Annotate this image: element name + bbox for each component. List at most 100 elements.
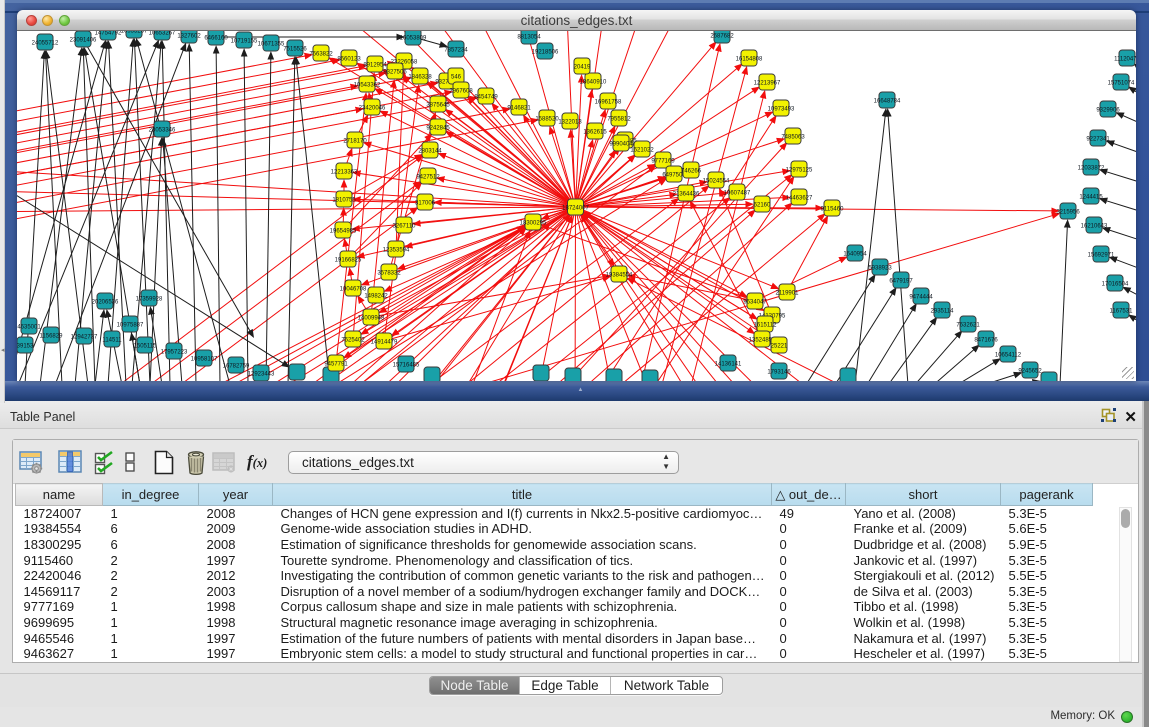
svg-text:16961758: 16961758 [595,99,622,105]
svg-text:16053809: 16053809 [400,35,427,41]
svg-text:19654985: 19654985 [330,228,357,234]
svg-text:1322013: 1322013 [558,119,582,125]
svg-text:1810755: 1810755 [332,197,356,203]
svg-text:3875645: 3875645 [426,102,450,108]
svg-text:12213363: 12213363 [331,169,358,175]
svg-text:9457791: 9457791 [324,361,348,367]
svg-text:6466160: 6466160 [204,35,228,41]
svg-text:18300295: 18300295 [520,220,547,226]
svg-text:17016504: 17016504 [1102,281,1129,287]
svg-text:9327506: 9327506 [383,69,407,75]
svg-text:9227341: 9227341 [1086,136,1110,142]
svg-text:24055712: 24055712 [32,40,59,46]
svg-text:1156829: 1156829 [40,333,64,339]
svg-text:4635001: 4635001 [17,324,41,330]
svg-text:14914479: 14914479 [371,339,398,345]
svg-text:1588520: 1588520 [535,116,559,122]
svg-text:9115460: 9115460 [821,206,845,212]
svg-text:1640954: 1640954 [843,251,867,257]
svg-text:23053346: 23053346 [149,127,176,133]
svg-text:11120472: 11120472 [1114,56,1136,62]
svg-text:10671355: 10671355 [258,41,285,47]
svg-text:19218506: 19218506 [532,49,559,55]
svg-text:9634047: 9634047 [743,299,767,305]
svg-text:12353594: 12353594 [383,247,410,253]
svg-text:10973493: 10973493 [768,106,795,112]
svg-text:7632621: 7632621 [956,322,980,328]
svg-text:10958107: 10958107 [191,356,218,362]
svg-text:5938923: 5938923 [868,265,892,271]
svg-text:9329906: 9329906 [1096,107,1120,113]
svg-text:21364436: 21364436 [673,191,700,197]
svg-text:7515526: 7515526 [283,46,307,52]
svg-text:1793146: 1793146 [767,369,791,375]
svg-text:9427512: 9427512 [416,174,440,180]
svg-text:8912954: 8912954 [363,62,387,68]
svg-text:2119901: 2119901 [776,290,800,296]
svg-text:39153: 39153 [17,343,34,349]
svg-text:1615112: 1615112 [754,322,778,328]
svg-text:317006: 317006 [415,200,436,206]
svg-text:16782759: 16782759 [223,363,250,369]
svg-text:10953267: 10953267 [121,31,148,34]
svg-text:19384554: 19384554 [606,272,633,278]
svg-text:9245652: 9245652 [1018,368,1042,374]
svg-text:7857234: 7857234 [444,47,468,53]
svg-text:12033872: 12033872 [1078,165,1105,171]
svg-text:10543362: 10543362 [354,82,381,88]
svg-text:1327602: 1327602 [177,33,201,39]
svg-text:2803144: 2803144 [418,148,442,154]
svg-text:1846328: 1846328 [408,74,432,80]
svg-text:1498242: 1498242 [364,293,388,299]
svg-text:9777169: 9777169 [651,158,675,164]
svg-text:7485063: 7485063 [781,134,805,140]
svg-text:16648784: 16648784 [874,98,901,104]
svg-text:546: 546 [451,74,462,80]
svg-text:12923443: 12923443 [248,371,275,377]
svg-text:17359928: 17359928 [136,296,163,302]
svg-text:746266: 746266 [681,168,702,174]
svg-text:17957223: 17957223 [161,349,188,355]
svg-text:16154808: 16154808 [736,56,763,62]
svg-text:15716485: 15716485 [393,362,420,368]
svg-text:1362615: 1362615 [583,129,607,135]
svg-text:18724007: 18724007 [562,205,589,211]
svg-text:8454749: 8454749 [474,94,498,100]
svg-text:3215956: 3215956 [1056,209,1080,215]
svg-text:14754792: 14754792 [95,31,122,36]
svg-text:25221: 25221 [771,343,788,349]
svg-text:2967608: 2967608 [449,88,473,94]
svg-text:2687682: 2687682 [710,33,734,39]
svg-text:3267110: 3267110 [393,223,417,229]
svg-text:7625402: 7625402 [341,337,365,343]
svg-text:19166825: 19166825 [335,257,362,263]
svg-text:10046708: 10046708 [340,286,367,292]
svg-text:114511: 114511 [102,337,122,343]
svg-text:20206536: 20206536 [92,299,119,305]
svg-text:14463627: 14463627 [786,195,813,201]
svg-text:15692971: 15692971 [1088,252,1115,258]
svg-text:62160: 62160 [754,202,771,208]
svg-text:16210643: 16210643 [1081,223,1108,229]
svg-text:2718170: 2718170 [343,138,367,144]
svg-text:9990404: 9990404 [609,141,633,147]
svg-text:10653267: 10653267 [149,31,176,36]
svg-text:15024554: 15024554 [703,178,730,184]
svg-text:23091406: 23091406 [70,37,97,43]
svg-text:7663822: 7663822 [309,51,333,57]
svg-text:1244415: 1244415 [1079,194,1103,200]
svg-text:10975887: 10975887 [117,322,144,328]
svg-text:18640910: 18640910 [580,79,607,85]
svg-text:1505115: 1505115 [134,343,158,349]
svg-text:10654112: 10654112 [995,352,1022,358]
svg-text:8471676: 8471676 [974,337,998,343]
svg-text:14136141: 14136141 [715,361,742,367]
svg-text:20419: 20419 [574,64,591,70]
svg-text:1621022: 1621022 [630,147,654,153]
svg-text:1167531: 1167531 [1110,308,1134,314]
svg-text:10719155: 10719155 [231,38,258,44]
svg-text:23420046: 23420046 [359,105,386,111]
svg-text:8660123: 8660123 [337,56,361,62]
svg-text:8813054: 8813054 [517,34,541,40]
svg-text:9474444: 9474444 [909,294,933,300]
